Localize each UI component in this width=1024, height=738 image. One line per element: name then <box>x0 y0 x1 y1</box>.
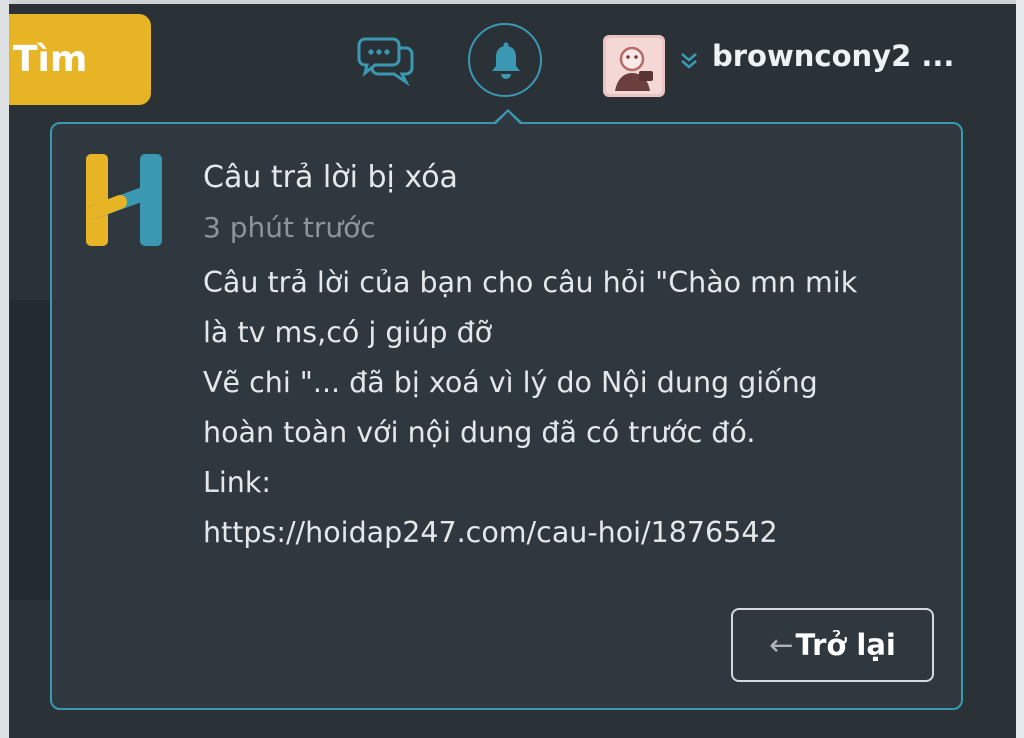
message-line: Vẽ chi "... đã bị xoá vì lý do Nội dung … <box>203 366 818 399</box>
notification-time: 3 phút trước <box>203 211 376 244</box>
message-line: Câu trả lời của bạn cho câu hỏi "Chào mn… <box>203 266 858 299</box>
username[interactable]: browncony2 ... <box>712 39 957 73</box>
message-line: là tv ms,có j giúp đỡ <box>203 316 493 349</box>
top-border <box>0 0 1024 4</box>
search-button[interactable]: Tìm <box>9 14 151 105</box>
message-link[interactable]: https://hoidap247.com/cau-hoi/1876542 <box>203 508 938 558</box>
background-panel <box>10 300 50 600</box>
bell-icon <box>492 42 520 79</box>
back-button-label: Trở lại <box>795 628 896 662</box>
back-button[interactable]: ←Trở lại <box>731 608 934 682</box>
hoidap-logo-icon <box>84 152 170 248</box>
right-edge <box>1016 0 1024 738</box>
left-edge <box>0 0 9 738</box>
notifications-button[interactable] <box>468 23 542 97</box>
avatar[interactable] <box>603 35 665 97</box>
message-line: Link: <box>203 466 271 499</box>
chat-bubbles-icon[interactable] <box>356 36 416 87</box>
message-line: hoàn toàn với nội dung đã có trước đó. <box>203 416 756 449</box>
arrow-left-icon: ← <box>769 628 794 662</box>
notification-title: Câu trả lời bị xóa <box>203 160 458 195</box>
notification-message: Câu trả lời của bạn cho câu hỏi "Chào mn… <box>203 258 938 558</box>
dropdown-pointer-fill <box>496 112 520 124</box>
chevron-double-down-icon[interactable] <box>679 50 699 74</box>
